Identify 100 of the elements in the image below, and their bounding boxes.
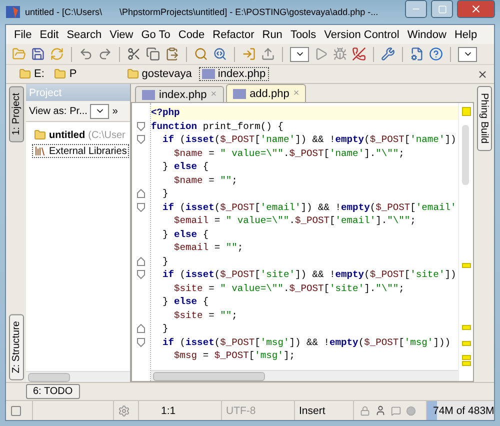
code-line: function print_form() { [151, 120, 284, 133]
warning-marker[interactable] [462, 325, 471, 330]
debug-icon[interactable] [333, 47, 347, 61]
person-icon[interactable] [375, 405, 386, 416]
cursor-position: 1:1 [161, 404, 176, 416]
warning-marker[interactable] [462, 361, 471, 366]
code-line: if (isset($_POST['msg']) && !empty($_POST['msg'])) [162, 336, 452, 349]
code-line: } else { [162, 160, 210, 174]
folder-icon [54, 68, 66, 80]
code-line: $msg = $_POST['msg']; [173, 349, 296, 362]
scrollbar-thumb[interactable] [153, 372, 265, 380]
disconnect-icon[interactable] [352, 47, 366, 61]
menu-item[interactable]: Help [450, 28, 482, 40]
memory-indicator[interactable]: 74M of 483M [427, 401, 494, 420]
close-button[interactable] [457, 0, 495, 18]
replace-icon[interactable] [213, 47, 227, 61]
minimize-button[interactable] [405, 0, 427, 18]
tool-window-tab[interactable]: 6: TODO [26, 384, 80, 399]
menu-item[interactable]: Edit [36, 28, 63, 40]
code-line: } [162, 254, 170, 268]
code-line: $site = ""; [173, 308, 238, 322]
panel-toggle-icon[interactable] [10, 404, 22, 416]
breadcrumb[interactable]: P [51, 67, 80, 81]
undo-icon[interactable] [79, 47, 93, 61]
close-icon[interactable] [477, 68, 488, 80]
folder-icon [19, 68, 31, 80]
save-icon[interactable] [31, 47, 45, 61]
folder-icon [34, 129, 46, 141]
menu-item[interactable]: Window [403, 28, 450, 40]
code-line: $name = " value=\"".$_POST['name']."\""; [173, 146, 406, 160]
tool-window-tab[interactable]: 1: Project [8, 86, 24, 142]
app-logo-icon [5, 4, 21, 20]
view-as-dropdown[interactable] [90, 104, 110, 118]
php-file-icon [202, 69, 215, 79]
editor-tab[interactable]: index.php × [135, 86, 224, 102]
menu-item[interactable]: File [10, 28, 36, 40]
menu-item[interactable]: Run [258, 28, 286, 40]
lock-icon[interactable] [360, 406, 370, 416]
code-line: if (isset($_POST['email']) && !empty($_POST['email' [162, 200, 458, 214]
cut-icon[interactable] [127, 47, 141, 61]
gear-icon[interactable] [118, 404, 130, 416]
sync-icon[interactable] [50, 47, 64, 61]
message-icon[interactable] [391, 406, 401, 416]
code-line: if (isset($_POST['name']) && !empty($_POST['name']) [162, 133, 458, 146]
redo-icon[interactable] [98, 47, 112, 61]
breadcrumb[interactable]: E: [16, 67, 48, 81]
more-button[interactable]: » [112, 106, 118, 116]
menu-item[interactable]: Tools [286, 28, 320, 40]
code-line: } else { [162, 228, 210, 241]
view-as-value: Pr... [70, 106, 88, 116]
editor-tab[interactable]: add.php × [226, 84, 306, 102]
breadcrumb[interactable]: gostevaya [124, 67, 195, 81]
code-line: $email = ""; [173, 241, 244, 254]
folder-icon [126, 68, 139, 80]
warning-marker[interactable] [462, 263, 471, 268]
menu-item[interactable]: Code [174, 28, 209, 40]
code-line: } [162, 322, 170, 336]
code-line: if (isset($_POST['site']) && !empty($_POST['site']) [162, 268, 458, 282]
tool-window-tab[interactable]: Z: Structure [8, 314, 24, 380]
paste-icon[interactable] [165, 47, 179, 61]
warning-marker[interactable] [462, 107, 471, 116]
view-as-label: View as: [29, 106, 67, 116]
warning-marker[interactable] [462, 355, 471, 360]
scrollbar-thumb[interactable] [28, 372, 70, 382]
scrollbar-thumb[interactable] [462, 125, 469, 185]
tree-item[interactable]: External Libraries [32, 144, 129, 158]
play-icon[interactable] [314, 47, 328, 61]
settings-icon[interactable] [410, 47, 424, 61]
back-icon[interactable] [242, 47, 256, 61]
tree-item[interactable]: untitled (C:\User [32, 128, 128, 142]
search-icon[interactable] [194, 47, 208, 61]
code-line: } [162, 187, 170, 200]
window-title: untitled - [C:\Users\ \PhpstormProjects\untitled] - E:\POSTING\gostevaya\add.php -... [25, 7, 380, 17]
warning-marker[interactable] [462, 341, 471, 346]
menu-item[interactable]: Go To [137, 28, 174, 40]
up-icon[interactable] [261, 47, 275, 61]
maximize-icon [438, 4, 446, 14]
menu-item[interactable]: Version Control [320, 28, 404, 40]
run-config-dropdown[interactable] [290, 46, 309, 62]
copy-icon[interactable] [146, 47, 160, 61]
help-icon[interactable] [429, 47, 443, 61]
maximize-button[interactable] [431, 0, 453, 18]
code-line: $email = " value=\"".$_POST['email']."\""; [173, 214, 417, 228]
library-icon [34, 145, 46, 157]
code-line: $site = " value=\"".$_POST['site']."\""; [173, 282, 406, 295]
php-file-icon [232, 88, 246, 98]
close-icon [470, 3, 482, 15]
code-line: $name = ""; [173, 174, 238, 187]
insert-mode: Insert [299, 404, 326, 416]
menu-item[interactable]: View [106, 28, 138, 40]
wrench-icon[interactable] [381, 47, 395, 61]
menu-item[interactable]: Refactor [208, 28, 258, 40]
menu-item[interactable]: Search [62, 28, 106, 40]
encoding: UTF-8 [226, 404, 256, 416]
circle-icon[interactable] [406, 406, 416, 416]
toolbar-dropdown[interactable] [458, 46, 477, 62]
php-file-icon [142, 90, 155, 100]
breadcrumb[interactable]: index.php [198, 67, 269, 81]
folder-icon[interactable] [12, 47, 26, 61]
tool-window-tab[interactable]: Phing Build [476, 86, 492, 151]
